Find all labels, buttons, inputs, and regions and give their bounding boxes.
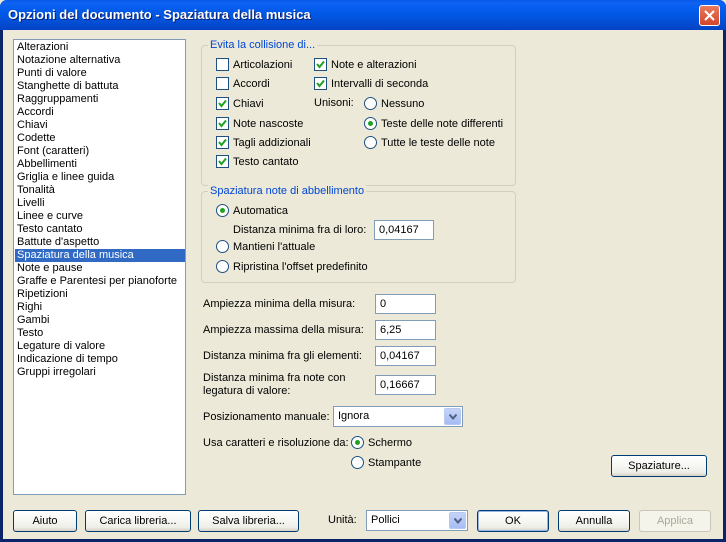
- chevron-down-icon: [449, 414, 457, 420]
- checkbox-note-alterazioni[interactable]: Note e alterazioni: [314, 58, 417, 71]
- checkbox-articolazioni[interactable]: Articolazioni: [216, 58, 292, 71]
- radio-stampante[interactable]: Stampante: [351, 456, 421, 469]
- radio-nessuno[interactable]: Nessuno: [364, 97, 424, 110]
- list-item[interactable]: Testo: [15, 327, 185, 340]
- radio-tutte-teste[interactable]: Tutte le teste delle note: [364, 136, 495, 149]
- list-item[interactable]: Spaziatura della musica: [15, 249, 185, 262]
- list-item[interactable]: Gruppi irregolari: [15, 366, 185, 379]
- collision-legend: Evita la collisione di...: [208, 39, 318, 51]
- apply-button[interactable]: Applica: [639, 510, 711, 532]
- list-item[interactable]: Griglia e linee guida: [15, 171, 185, 184]
- radio-teste-differenti[interactable]: Teste delle note differenti: [364, 117, 503, 130]
- manual-position-label: Posizionamento manuale:: [203, 411, 330, 423]
- list-item[interactable]: Gambi: [15, 314, 185, 327]
- max-width-label: Ampiezza massima della misura:: [203, 324, 364, 336]
- resolution-label: Usa caratteri e risoluzione da:: [203, 437, 349, 449]
- list-item[interactable]: Alterazioni: [15, 41, 185, 54]
- list-item[interactable]: Righi: [15, 301, 185, 314]
- min-dist-label: Distanza minima fra gli elementi:: [203, 350, 362, 362]
- close-icon: [704, 10, 715, 21]
- grace-legend: Spaziatura note di abbellimento: [208, 185, 367, 197]
- checkbox-tagli[interactable]: Tagli addizionali: [216, 136, 311, 149]
- list-item[interactable]: Legature di valore: [15, 340, 185, 353]
- tied-label-line1: Distanza minima fra note con: [203, 372, 346, 384]
- radio-automatica[interactable]: Automatica: [216, 204, 288, 217]
- min-width-input[interactable]: 0: [375, 294, 436, 314]
- check-icon: [218, 138, 227, 147]
- checkbox-accordi[interactable]: Accordi: [216, 77, 270, 90]
- checkbox-testo-cantato[interactable]: Testo cantato: [216, 155, 298, 168]
- check-icon: [218, 119, 227, 128]
- min-dist-input[interactable]: 0,04167: [375, 346, 436, 366]
- ok-button[interactable]: OK: [477, 510, 549, 532]
- list-item[interactable]: Tonalità: [15, 184, 185, 197]
- dialog-window: Opzioni del documento - Spaziatura della…: [0, 0, 726, 542]
- category-list[interactable]: Alterazioni Notazione alternativa Punti di…: [13, 39, 186, 495]
- list-item[interactable]: Livelli: [15, 197, 185, 210]
- list-item[interactable]: Stanghette di battuta: [15, 80, 185, 93]
- window-title: Opzioni del documento - Spaziatura della…: [8, 7, 311, 22]
- chevron-down-icon: [454, 518, 462, 524]
- tied-dist-input[interactable]: 0,16667: [375, 375, 436, 395]
- list-item[interactable]: Graffe e Parentesi per pianoforte: [15, 275, 185, 288]
- manual-position-select[interactable]: Ignora: [333, 406, 463, 427]
- units-select[interactable]: Pollici: [366, 510, 468, 531]
- check-icon: [316, 60, 325, 69]
- checkbox-chiavi[interactable]: Chiavi: [216, 97, 264, 110]
- help-button[interactable]: Aiuto: [13, 510, 77, 532]
- cancel-button[interactable]: Annulla: [558, 510, 630, 532]
- list-item[interactable]: Note e pause: [15, 262, 185, 275]
- units-label: Unità:: [328, 514, 357, 526]
- list-item[interactable]: Accordi: [15, 106, 185, 119]
- list-item[interactable]: Linee e curve: [15, 210, 185, 223]
- max-width-input[interactable]: 6,25: [375, 320, 436, 340]
- check-icon: [316, 79, 325, 88]
- distanza-input[interactable]: 0,04167: [374, 220, 434, 240]
- grace-spacing-group: Spaziatura note di abbellimento Automati…: [201, 185, 516, 283]
- list-item[interactable]: Ripetizioni: [15, 288, 185, 301]
- save-library-button[interactable]: Salva libreria...: [198, 510, 299, 532]
- list-item[interactable]: Font (caratteri): [15, 145, 185, 158]
- check-icon: [218, 157, 227, 166]
- list-item[interactable]: Battute d'aspetto: [15, 236, 185, 249]
- load-library-button[interactable]: Carica libreria...: [85, 510, 191, 532]
- list-item[interactable]: Punti di valore: [15, 67, 185, 80]
- list-item[interactable]: Testo cantato: [15, 223, 185, 236]
- radio-mantieni[interactable]: Mantieni l'attuale: [216, 240, 315, 253]
- list-item[interactable]: Codette: [15, 132, 185, 145]
- list-item[interactable]: Indicazione di tempo: [15, 353, 185, 366]
- list-item[interactable]: Chiavi: [15, 119, 185, 132]
- distanza-label: Distanza minima fra di loro:: [233, 224, 367, 236]
- radio-ripristina[interactable]: Ripristina l'offset predefinito: [216, 260, 368, 273]
- unisoni-label: Unisoni:: [314, 97, 354, 109]
- list-item[interactable]: Raggruppamenti: [15, 93, 185, 106]
- check-icon: [218, 99, 227, 108]
- min-width-label: Ampiezza minima della misura:: [203, 298, 356, 310]
- title-bar[interactable]: Opzioni del documento - Spaziatura della…: [0, 0, 726, 30]
- dialog-client: Alterazioni Notazione alternativa Punti di…: [3, 30, 723, 539]
- list-item[interactable]: Notazione alternativa: [15, 54, 185, 67]
- list-item[interactable]: Abbellimenti: [15, 158, 185, 171]
- spaziature-button[interactable]: Spaziature...: [611, 455, 707, 477]
- close-button[interactable]: [699, 5, 720, 26]
- tied-label-line2: legatura di valore:: [203, 385, 291, 397]
- radio-schermo[interactable]: Schermo: [351, 436, 412, 449]
- collision-group: Evita la collisione di... Articolazioni …: [201, 39, 516, 186]
- checkbox-note-nascoste[interactable]: Note nascoste: [216, 117, 303, 130]
- checkbox-intervalli[interactable]: Intervalli di seconda: [314, 77, 428, 90]
